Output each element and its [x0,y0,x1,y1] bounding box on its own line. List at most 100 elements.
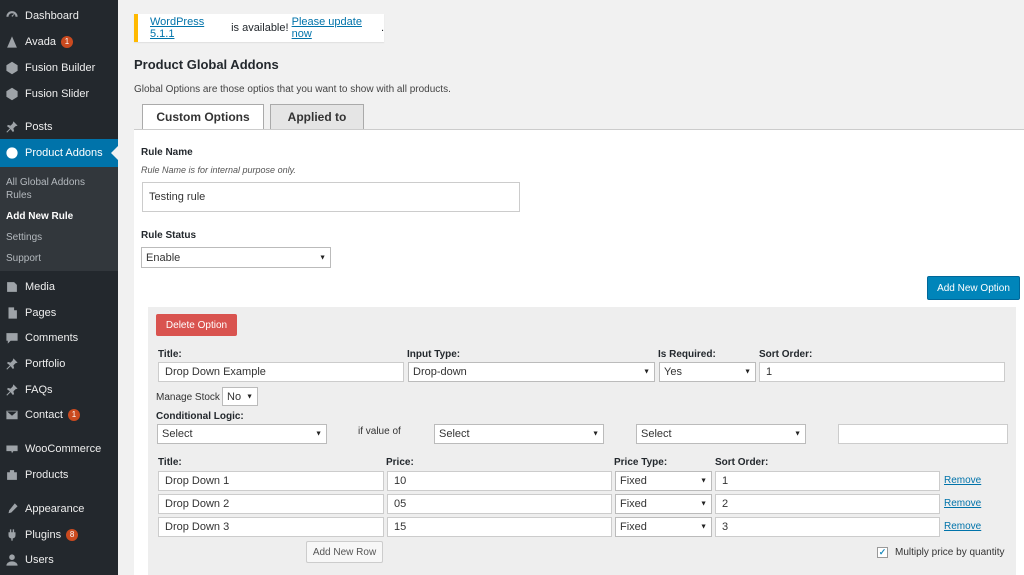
triangle-down-icon: ▼ [700,500,707,508]
selected-value: Drop-down [413,366,467,378]
add-new-option-button[interactable]: Add New Option [927,276,1020,300]
sidebar-item-dashboard[interactable]: Dashboard [0,4,118,28]
sort-order-input[interactable]: 1 [759,362,1005,382]
sort-order-label: Sort Order: [759,349,813,360]
update-now-link[interactable]: Please update now [292,16,381,40]
tab-custom-options[interactable]: Custom Options [142,104,264,130]
row-title-input[interactable]: Drop Down 1 [158,471,384,491]
sidebar-item-users[interactable]: Users [0,548,118,572]
is-required-label: Is Required: [658,349,716,360]
fusion-slider-icon [5,87,19,101]
conditional-operator-select[interactable]: Select ▼ [636,424,806,444]
delete-option-button[interactable]: Delete Option [156,314,237,336]
row-sort-input[interactable]: 3 [715,517,940,537]
remove-row-link[interactable]: Remove [944,521,981,532]
wordpress-version-link[interactable]: WordPress 5.1.1 [150,16,228,40]
row-price-type-select[interactable]: Fixed ▼ [615,494,712,514]
sidebar-item-comments[interactable]: Comments [0,326,118,350]
pin-icon [5,357,19,371]
row-sort-header: Sort Order: [715,457,769,468]
row-title-input[interactable]: Drop Down 3 [158,517,384,537]
row-price-input[interactable]: 05 [387,494,612,514]
rule-name-input[interactable]: Testing rule [142,182,520,212]
submenu-item-all-rules[interactable]: All Global Addons Rules [6,176,111,202]
pin-icon [5,383,19,397]
sidebar-item-products[interactable]: Products [0,463,118,487]
sidebar-item-contact[interactable]: Contact 1 [0,403,118,427]
comments-icon [5,331,19,345]
notice-end: . [380,22,384,34]
sidebar-item-appearance[interactable]: Appearance [0,497,118,521]
row-price-type-select[interactable]: Fixed ▼ [615,471,712,491]
notification-badge: 8 [66,529,79,541]
sidebar-item-fusion-slider[interactable]: Fusion Slider [0,82,118,106]
tab-applied-to[interactable]: Applied to [270,104,364,130]
sidebar-item-portfolio[interactable]: Portfolio [0,352,118,376]
triangle-down-icon: ▼ [315,430,322,438]
option-title-input[interactable]: Drop Down Example [158,362,404,382]
sidebar-item-faqs[interactable]: FAQs [0,378,118,402]
is-required-select[interactable]: Yes ▼ [659,362,756,382]
triangle-down-icon: ▼ [700,477,707,485]
sidebar-item-label: Fusion Slider [25,88,90,100]
sidebar-item-plugins[interactable]: Plugins 8 [0,523,118,547]
sidebar-item-label: WooCommerce [25,443,102,455]
notification-badge: 1 [61,36,73,48]
multiply-price-label: Multiply price by quantity [895,547,1005,558]
selected-value: Fixed [620,475,647,487]
sidebar-item-avada[interactable]: Avada 1 [0,30,118,54]
sidebar-item-label: Appearance [25,503,85,515]
row-title-input[interactable]: Drop Down 2 [158,494,384,514]
row-sort-input[interactable]: 1 [715,471,940,491]
row-price-input[interactable]: 10 [387,471,612,491]
sidebar-item-posts[interactable]: Posts [0,115,118,139]
row-price-type-select[interactable]: Fixed ▼ [615,517,712,537]
multiply-price-checkbox[interactable]: ✓ [877,547,888,558]
sidebar-item-woocommerce[interactable]: WooCommerce [0,437,118,461]
rule-status-label: Rule Status [141,230,197,241]
submenu-item-support[interactable]: Support [6,252,111,265]
submenu-item-settings[interactable]: Settings [6,231,111,244]
sidebar-item-media[interactable]: Media [0,275,118,299]
row-sort-input[interactable]: 2 [715,494,940,514]
selected-value: Select [641,428,672,440]
sidebar-item-label: Posts [25,121,53,133]
manage-stock-select[interactable]: No ▼ [222,387,258,406]
update-notice: WordPress 5.1.1 is available! Please upd… [134,14,384,42]
pages-icon [5,306,19,320]
sidebar-item-label: FAQs [25,384,53,396]
input-type-select[interactable]: Drop-down ▼ [408,362,655,382]
sidebar-item-label: Product Addons [25,147,103,159]
add-new-row-button[interactable]: Add New Row [306,541,383,563]
selected-value: Yes [664,366,682,378]
selected-value: Select [162,428,193,440]
rule-name-label: Rule Name [141,147,193,158]
conditional-logic-select[interactable]: Select ▼ [157,424,327,444]
sidebar-item-pages[interactable]: Pages [0,301,118,325]
row-price-input[interactable]: 15 [387,517,612,537]
checkmark-icon: ✓ [878,547,887,557]
remove-row-link[interactable]: Remove [944,498,981,509]
sidebar-item-product-addons[interactable]: Product Addons [0,139,118,167]
sidebar-item-label: Portfolio [25,358,66,370]
submenu-item-add-new-rule[interactable]: Add New Rule [6,210,111,223]
page-description: Global Options are those optios that you… [134,84,451,95]
triangle-down-icon: ▼ [700,523,707,531]
main-content: WordPress 5.1.1 is available! Please upd… [118,0,1024,575]
triangle-down-icon: ▼ [319,254,326,261]
rule-status-select[interactable]: Enable ▼ [141,247,331,268]
sidebar-item-label: Products [25,469,69,481]
remove-row-link[interactable]: Remove [944,475,981,486]
conditional-field-select[interactable]: Select ▼ [434,424,604,444]
conditional-value-input[interactable] [838,424,1008,444]
selected-value: Fixed [620,498,647,510]
sidebar-item-label: Dashboard [25,10,79,22]
notice-text: is available! [228,22,292,34]
page-title: Product Global Addons [134,57,279,72]
sidebar-item-fusion-builder[interactable]: Fusion Builder [0,56,118,80]
triangle-down-icon: ▼ [246,393,253,400]
if-value-of-label: if value of [358,426,401,437]
appearance-icon [5,502,19,516]
notification-badge: 1 [67,409,80,421]
triangle-down-icon: ▼ [744,368,751,376]
